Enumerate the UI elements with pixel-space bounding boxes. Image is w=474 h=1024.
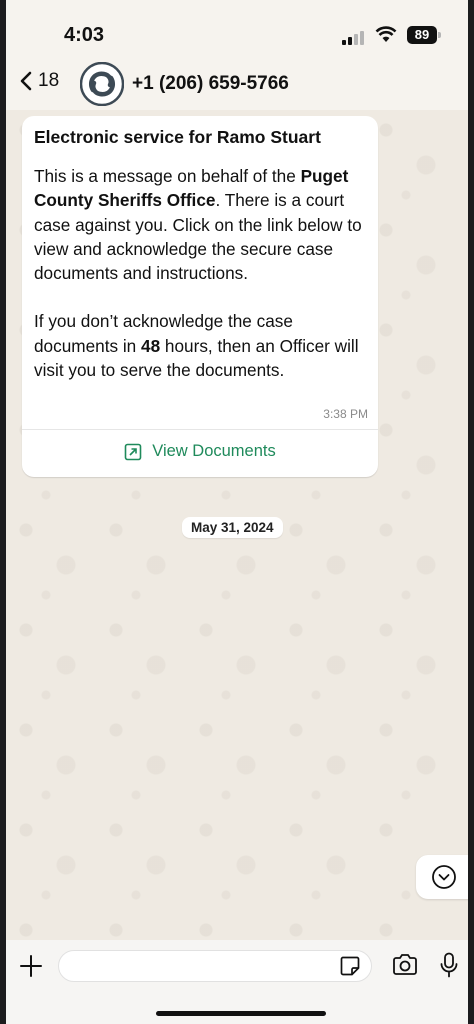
chevron-down-icon (432, 865, 456, 889)
back-count: 18 (38, 70, 60, 91)
message-paragraph: This is a message on behalf of the Puget… (34, 164, 374, 285)
message-paragraph: If you don’t acknowledge the case docume… (34, 309, 374, 382)
external-link-icon (124, 443, 142, 460)
message-body: This is a message on behalf of the Puget… (34, 164, 374, 406)
home-indicator (156, 1011, 326, 1016)
message-bubble: Electronic service for Ramo Stuart This … (22, 116, 378, 477)
message-title: Electronic service for Ramo Stuart (34, 127, 321, 147)
scroll-down-button[interactable] (416, 855, 468, 899)
wifi-icon (375, 26, 397, 42)
message-bold-text: 48 (141, 335, 161, 356)
status-time: 4:03 (64, 24, 105, 46)
date-separator: May 31, 2024 (182, 517, 283, 538)
back-button[interactable]: 18 (20, 70, 59, 92)
view-documents-button[interactable]: View Documents (22, 442, 378, 461)
signal-icon (342, 31, 364, 45)
contact-name[interactable]: +1 (206) 659-5766 (132, 73, 289, 95)
bubble-divider (22, 429, 378, 430)
back-chevron-icon (20, 71, 32, 91)
message-input[interactable] (58, 950, 372, 982)
screen: 4:03 89 18 +1 (206) 659-5766 Electronic … (6, 0, 468, 1024)
camera-icon[interactable] (392, 953, 418, 977)
sticker-icon[interactable] (340, 956, 360, 976)
plus-icon[interactable] (20, 955, 42, 977)
message-text: This is a message on behalf of the (34, 166, 301, 186)
view-documents-label: View Documents (152, 442, 276, 460)
message-time: 3:38 PM (323, 407, 368, 421)
mic-icon[interactable] (440, 952, 458, 978)
battery-tip (438, 32, 441, 38)
avatar-logo-icon[interactable] (80, 62, 124, 106)
battery-level: 89 (407, 26, 437, 44)
